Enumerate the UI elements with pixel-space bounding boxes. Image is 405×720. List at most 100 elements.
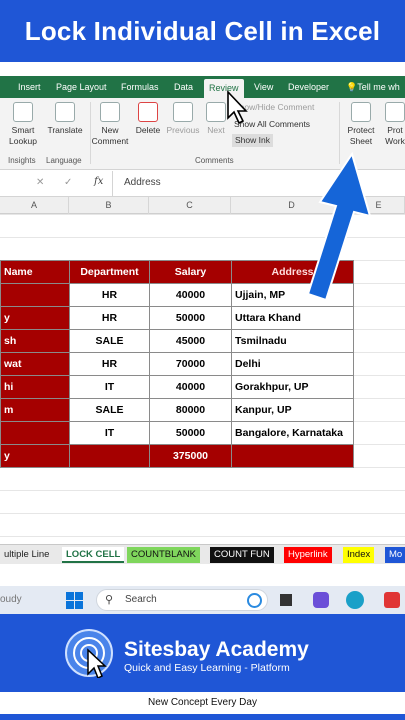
brand-name: Sitesbay Academy	[124, 638, 309, 661]
app-icon[interactable]	[384, 592, 400, 608]
sheet-tab-lock-cell[interactable]: LOCK CELL	[62, 547, 125, 563]
table-cell[interactable]: y	[0, 444, 70, 468]
table-row: sh SALE 45000 Tsmilnadu	[0, 329, 354, 353]
group-label-language: Language	[46, 156, 82, 165]
windows-taskbar: oudy ⚲ Search	[0, 586, 405, 614]
table-cell[interactable]: 40000	[149, 283, 232, 307]
next-icon	[206, 102, 226, 122]
table-cell[interactable]: HR	[69, 306, 150, 330]
table-cell[interactable]: 50000	[149, 421, 232, 445]
table-cell[interactable]	[69, 444, 150, 468]
table-row: wat HR 70000 Delhi	[0, 352, 354, 376]
table-cell[interactable]: IT	[69, 375, 150, 399]
lightbulb-icon: 💡	[346, 82, 358, 92]
total-salary-cell[interactable]: 375000	[149, 444, 232, 468]
mouse-cursor-icon	[227, 90, 248, 125]
pointer-arrow-icon	[306, 152, 372, 302]
table-cell[interactable]: Uttara Khand	[231, 306, 354, 330]
enter-icon[interactable]: ✓	[64, 177, 72, 188]
table-cell[interactable]: hi	[0, 375, 70, 399]
tab-formulas[interactable]: Formulas	[121, 76, 159, 98]
tab-data[interactable]: Data	[174, 76, 193, 98]
translate-icon	[55, 102, 75, 122]
table-cell[interactable]: HR	[69, 283, 150, 307]
tab-page-layout[interactable]: Page Layout	[56, 76, 107, 98]
column-header[interactable]: B	[69, 197, 149, 214]
windows-start-icon[interactable]	[66, 592, 83, 609]
formula-input[interactable]: Address	[124, 177, 161, 188]
translate-button[interactable]: Translate	[46, 102, 84, 136]
edge-icon[interactable]	[346, 591, 364, 609]
protect-workbook-button[interactable]: Prot Work	[383, 102, 405, 147]
sheet-tab-index[interactable]: Index	[343, 547, 375, 563]
function-icon[interactable]: fx	[94, 176, 103, 187]
tab-insert[interactable]: Insert	[18, 76, 41, 98]
bing-icon[interactable]	[247, 593, 262, 608]
table-cell[interactable]: Delhi	[231, 352, 354, 376]
table-cell[interactable]: y	[0, 306, 70, 330]
tagline-bar: New Concept Every Day	[0, 692, 405, 714]
sheet-tab-count-fun[interactable]: COUNT FUN	[210, 547, 274, 563]
table-row: IT 50000 Bangalore, Karnataka	[0, 421, 354, 445]
previous-icon	[173, 102, 193, 122]
header-name[interactable]: Name	[0, 260, 70, 284]
show-ink-button[interactable]: Show Ink	[232, 134, 273, 147]
table-cell[interactable]	[0, 421, 70, 445]
cancel-icon[interactable]: ✕	[36, 177, 44, 188]
excel-window: Insert Page Layout Formulas Data Review …	[0, 62, 405, 614]
sheet-tab-hyperlink[interactable]: Hyperlink	[284, 547, 332, 563]
table-row: hi IT 40000 Gorakhpur, UP	[0, 375, 354, 399]
sheet-tab-more[interactable]: Mo	[385, 547, 405, 563]
table-cell[interactable]: Tsmilnadu	[231, 329, 354, 353]
teams-icon[interactable]	[313, 592, 329, 608]
table-cell[interactable]: m	[0, 398, 70, 422]
table-cell[interactable]: 70000	[149, 352, 232, 376]
previous-comment-button[interactable]: Previous	[164, 102, 202, 136]
table-cell[interactable]: Bangalore, Karnataka	[231, 421, 354, 445]
table-cell[interactable]: 45000	[149, 329, 232, 353]
table-cell[interactable]: wat	[0, 352, 70, 376]
table-cell[interactable]	[0, 283, 70, 307]
table-cell[interactable]: Gorakhpur, UP	[231, 375, 354, 399]
protect-sheet-icon	[351, 102, 371, 122]
weather-text: oudy	[0, 594, 22, 605]
table-cell[interactable]: Kanpur, UP	[231, 398, 354, 422]
smart-lookup-button[interactable]: Smart Lookup	[6, 102, 40, 147]
column-header[interactable]: C	[149, 197, 231, 214]
table-row: y HR 50000 Uttara Khand	[0, 306, 354, 330]
sheet-tab-countblank[interactable]: COUNTBLANK	[127, 547, 200, 563]
header-salary[interactable]: Salary	[149, 260, 232, 284]
tell-me-search[interactable]: 💡Tell me wh	[346, 76, 400, 98]
table-cell[interactable]: SALE	[69, 398, 150, 422]
tab-view[interactable]: View	[254, 76, 273, 98]
delete-comment-icon	[138, 102, 158, 122]
column-header[interactable]: A	[0, 197, 69, 214]
protect-workbook-icon	[385, 102, 405, 122]
ribbon-tabs: Insert Page Layout Formulas Data Review …	[0, 76, 405, 98]
video-title-banner: Lock Individual Cell in Excel	[0, 0, 405, 62]
protect-sheet-button[interactable]: Protect Sheet	[343, 102, 379, 147]
new-comment-icon	[100, 102, 120, 122]
new-comment-button[interactable]: New Comment	[90, 102, 130, 147]
table-cell[interactable]: SALE	[69, 329, 150, 353]
header-department[interactable]: Department	[69, 260, 150, 284]
group-label-comments: Comments	[195, 156, 234, 165]
table-cell[interactable]: HR	[69, 352, 150, 376]
table-cell[interactable]	[231, 444, 354, 468]
table-cell[interactable]: sh	[0, 329, 70, 353]
sheet-tab-bar: ultiple Line LOCK CELL COUNTBLANK COUNT …	[0, 544, 405, 564]
taskbar-search-box[interactable]: ⚲ Search	[96, 589, 268, 611]
delete-comment-button[interactable]: Delete	[132, 102, 164, 136]
task-view-icon[interactable]	[280, 594, 292, 606]
tagline-text: New Concept Every Day	[148, 697, 257, 708]
group-label-insights: Insights	[8, 156, 36, 165]
brand-subtitle: Quick and Easy Learning - Platform	[124, 662, 290, 674]
sitesbay-logo-icon	[65, 629, 113, 678]
table-cell[interactable]: 50000	[149, 306, 232, 330]
table-cell[interactable]: 80000	[149, 398, 232, 422]
sheet-tab-multiple-line[interactable]: ultiple Line	[0, 547, 54, 563]
table-cell[interactable]: IT	[69, 421, 150, 445]
search-placeholder: Search	[125, 594, 157, 605]
table-cell[interactable]: 40000	[149, 375, 232, 399]
tab-developer[interactable]: Developer	[288, 76, 329, 98]
